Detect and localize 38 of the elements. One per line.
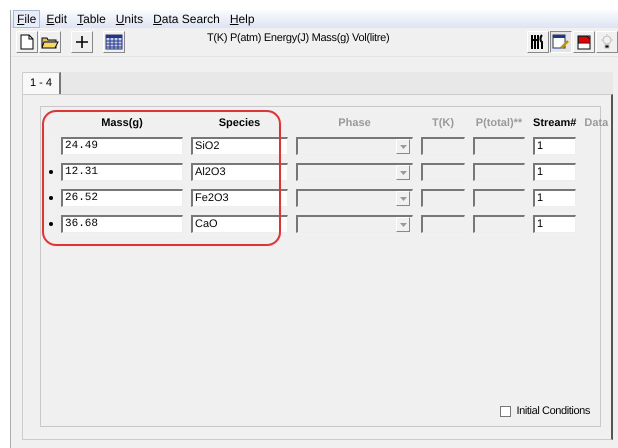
- menu-item[interactable]: Help: [226, 10, 259, 28]
- menu-item[interactable]: Table: [73, 10, 110, 28]
- column-header: Species: [218, 117, 262, 129]
- column-header: P(total)**: [474, 117, 524, 129]
- column-header: T(K): [431, 117, 455, 129]
- input-field[interactable]: Fe2O3: [191, 189, 288, 207]
- input-field[interactable]: 1: [533, 137, 576, 155]
- input-field[interactable]: Al2O3: [191, 163, 288, 181]
- input-field[interactable]: 1: [533, 163, 576, 181]
- input-field[interactable]: 24.49: [61, 137, 183, 155]
- input-field[interactable]: 1: [533, 189, 576, 207]
- units-label: T(K) P(atm) Energy(J) Mass(g) Vol(litre): [207, 32, 390, 44]
- menu-item[interactable]: Data Search: [149, 10, 224, 28]
- new-file-icon[interactable]: [16, 31, 38, 53]
- input-field[interactable]: CaO: [191, 215, 288, 233]
- cutlery-icon[interactable]: [527, 31, 549, 53]
- tab[interactable]: 1 - 4: [22, 72, 62, 94]
- initial-conditions-checkbox[interactable]: Initial Conditions: [500, 405, 590, 417]
- input-field[interactable]: SiO2: [191, 137, 288, 155]
- open-folder-icon[interactable]: [39, 31, 61, 53]
- menu-item[interactable]: Units: [112, 10, 148, 28]
- column-header: Stream#: [533, 117, 576, 129]
- table-icon[interactable]: [103, 31, 125, 53]
- input-field[interactable]: 36.68: [61, 215, 183, 233]
- menu-item[interactable]: File: [13, 10, 40, 28]
- column-header: Mass(g): [100, 117, 144, 129]
- edit-form-icon[interactable]: [550, 31, 572, 53]
- row-marker-icon: [49, 222, 53, 226]
- column-header: Phase: [337, 117, 372, 129]
- input-field[interactable]: 26.52: [61, 189, 183, 207]
- document-icon[interactable]: [573, 31, 595, 53]
- input-field[interactable]: 12.31: [61, 163, 183, 181]
- menu-item[interactable]: Edit: [42, 10, 72, 28]
- add-icon[interactable]: [71, 31, 93, 53]
- column-header: Data: [584, 117, 608, 129]
- row-marker-icon: [49, 170, 53, 174]
- input-field[interactable]: 1: [533, 215, 576, 233]
- row-marker-icon: [49, 196, 53, 200]
